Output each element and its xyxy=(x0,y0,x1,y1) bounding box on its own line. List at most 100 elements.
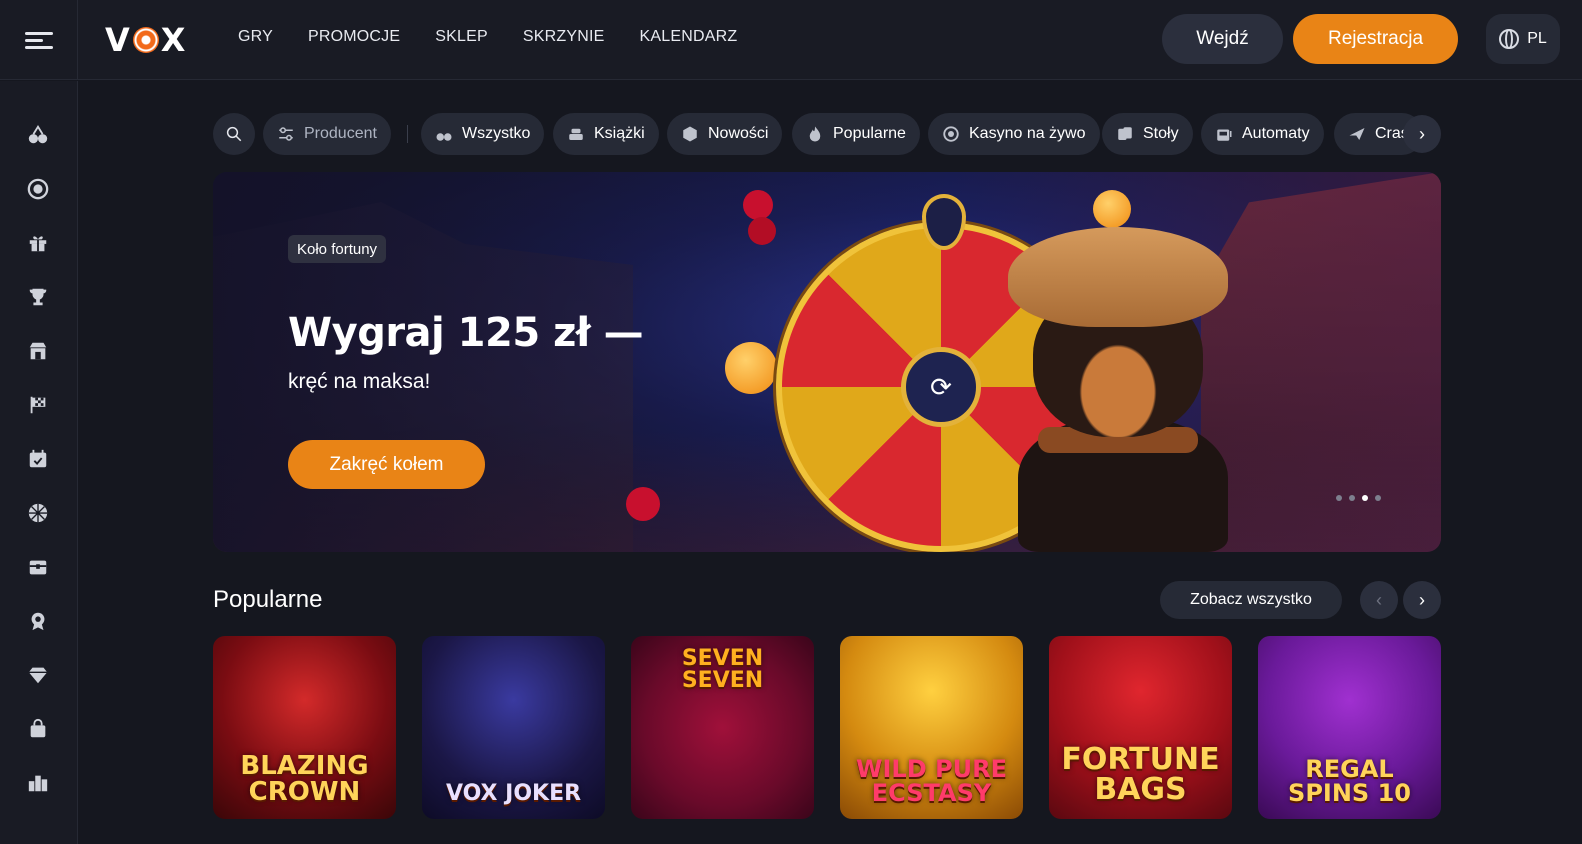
badge-icon[interactable] xyxy=(27,610,49,632)
roulette-icon xyxy=(943,126,959,142)
language-selector[interactable]: PL xyxy=(1486,14,1560,64)
see-all-button[interactable]: Zobacz wszystko xyxy=(1160,581,1342,619)
chevron-left-icon: ‹ xyxy=(1376,589,1382,610)
carousel-dot-active[interactable] xyxy=(1362,495,1368,501)
chip-label: Automaty xyxy=(1242,125,1310,142)
carousel-dot[interactable] xyxy=(1336,495,1342,501)
cards-icon xyxy=(1118,127,1132,140)
games-prev-button[interactable]: ‹ xyxy=(1360,581,1398,619)
game-tile[interactable]: BLAZING CROWN xyxy=(213,636,396,819)
nav-games[interactable]: GRY xyxy=(238,28,273,46)
cube-icon xyxy=(683,126,697,142)
language-code: PL xyxy=(1527,30,1547,47)
register-button[interactable]: Rejestracja xyxy=(1293,14,1458,64)
chevron-right-icon: › xyxy=(1419,589,1425,610)
banner-subtitle: kręć na maksa! xyxy=(288,370,431,393)
chip-label: Nowości xyxy=(708,125,769,142)
chest-icon[interactable] xyxy=(27,556,49,578)
hamburger-icon-line xyxy=(24,38,43,42)
orange-decoration xyxy=(1093,190,1131,228)
banner-tag: Koło fortuny xyxy=(288,235,387,263)
orange-decoration xyxy=(725,342,777,394)
game-title: SEVEN SEVEN xyxy=(681,646,764,693)
cherries-icon xyxy=(436,133,452,141)
chip-label: Stoły xyxy=(1143,125,1179,142)
logo-v: V xyxy=(105,21,131,59)
sidebar xyxy=(0,81,78,844)
search-icon xyxy=(226,126,242,142)
hamburger-icon-line xyxy=(24,45,53,49)
sliders-icon xyxy=(279,127,293,141)
leaderboard-icon[interactable] xyxy=(27,772,49,794)
cherries-icon[interactable] xyxy=(27,124,49,146)
logo[interactable]: VX xyxy=(105,21,187,59)
menu-button[interactable] xyxy=(0,0,78,80)
top-nav: GRY PROMOCJE SKLEP SKRZYNIE KALENDARZ xyxy=(238,28,772,46)
producer-label: Producent xyxy=(304,125,377,142)
filter-divider xyxy=(407,125,408,143)
globe-icon xyxy=(1499,29,1520,49)
chip-live-casino[interactable]: Kasyno na żywo xyxy=(928,113,1100,155)
dog-hat xyxy=(1008,227,1228,327)
chip-books[interactable]: Książki xyxy=(553,113,659,155)
cherry-decoration xyxy=(743,190,773,220)
refresh-icon: ⟳ xyxy=(901,347,981,427)
books-icon xyxy=(569,128,583,140)
section-title: Popularne xyxy=(213,586,323,613)
chip-popular[interactable]: Popularne xyxy=(792,113,920,155)
carousel-dots xyxy=(1336,495,1381,501)
roulette-icon[interactable] xyxy=(27,178,49,200)
nav-shop[interactable]: SKLEP xyxy=(435,28,488,46)
game-title: VOX JOKER xyxy=(445,781,582,806)
logo-x: X xyxy=(160,21,187,59)
game-title: REGAL SPINS 10 xyxy=(1288,755,1411,807)
carousel-dot[interactable] xyxy=(1349,495,1355,501)
spin-wheel-button[interactable]: Zakręć kołem xyxy=(288,440,485,489)
chip-tables[interactable]: Stoły xyxy=(1102,113,1193,155)
shop-icon[interactable] xyxy=(27,340,49,362)
chip-all[interactable]: Wszystko xyxy=(421,113,545,155)
game-tile[interactable]: FORTUNE BAGS xyxy=(1049,636,1232,819)
game-title: FORTUNE BAGS xyxy=(1061,742,1220,807)
slot-icon xyxy=(1217,129,1232,141)
plane-icon xyxy=(1349,128,1365,140)
chip-label: Wszystko xyxy=(462,125,531,142)
category-filter-bar: Producent Wszystko Książki Nowości Popul… xyxy=(213,113,1441,155)
diamond-icon[interactable] xyxy=(27,664,49,686)
calendar-icon[interactable] xyxy=(27,448,49,470)
game-tile[interactable]: SEVEN SEVEN xyxy=(631,636,814,819)
game-tile[interactable]: WILD PURE ECSTASY xyxy=(840,636,1023,819)
strawberry-decoration xyxy=(626,487,660,521)
game-tile[interactable]: REGAL SPINS 10 xyxy=(1258,636,1441,819)
race-flag-icon[interactable] xyxy=(27,394,49,416)
chip-new[interactable]: Nowości xyxy=(667,113,783,155)
chip-label: Kasyno na żywo xyxy=(969,125,1086,142)
nav-calendar[interactable]: KALENDARZ xyxy=(639,28,737,46)
chip-slots[interactable]: Automaty xyxy=(1201,113,1324,155)
producer-filter[interactable]: Producent xyxy=(263,113,391,155)
cherry-decoration xyxy=(748,217,776,245)
game-tile[interactable]: VOX JOKER xyxy=(422,636,605,819)
game-title: BLAZING CROWN xyxy=(240,751,369,807)
game-title: WILD PURE ECSTASY xyxy=(856,755,1007,807)
cowboy-dog-illustration xyxy=(998,227,1233,552)
hamburger-icon xyxy=(24,31,53,35)
promo-banner[interactable]: ⟳ Koło fortuny Wygraj 125 zł — kręć na m… xyxy=(213,172,1441,552)
filters-next-button[interactable]: › xyxy=(1403,115,1441,153)
carousel-dot[interactable] xyxy=(1375,495,1381,501)
search-button[interactable] xyxy=(213,113,255,155)
logo-chip-icon xyxy=(132,27,159,53)
bag-icon[interactable] xyxy=(27,718,49,740)
login-button[interactable]: Wejdź xyxy=(1162,14,1283,64)
header: VX GRY PROMOCJE SKLEP SKRZYNIE KALENDARZ… xyxy=(0,0,1582,80)
nav-chests[interactable]: SKRZYNIE xyxy=(523,28,605,46)
chevron-right-icon: › xyxy=(1419,123,1425,144)
banner-headline: Wygraj 125 zł — xyxy=(288,310,644,356)
trophy-icon[interactable] xyxy=(27,286,49,308)
chip-label: Książki xyxy=(594,125,645,142)
gift-icon[interactable] xyxy=(27,232,49,254)
chip-label: Popularne xyxy=(833,125,906,142)
sports-ball-icon[interactable] xyxy=(27,502,49,524)
games-next-button[interactable]: › xyxy=(1403,581,1441,619)
nav-promotions[interactable]: PROMOCJE xyxy=(308,28,400,46)
